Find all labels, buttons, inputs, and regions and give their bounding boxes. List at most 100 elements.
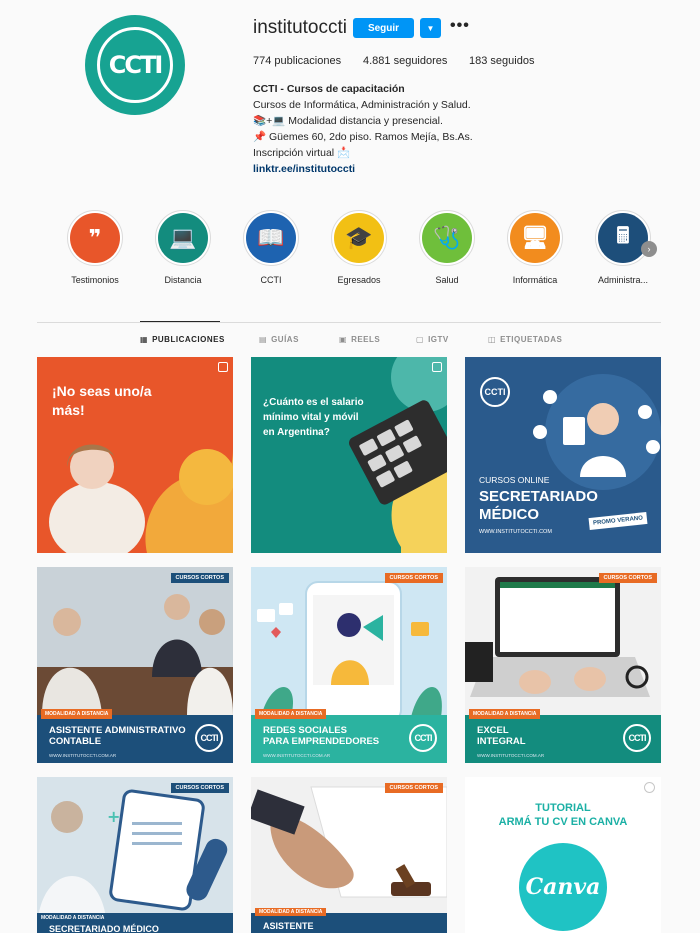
highlight-egresados[interactable]: 🎓 Egresados bbox=[324, 210, 394, 285]
tab-etiquetadas[interactable]: ◫ ETIQUETADAS bbox=[488, 335, 562, 344]
followers-count[interactable]: 4.881 seguidores bbox=[363, 55, 447, 67]
post-3-url: WWW.INSTITUTOCCTI.COM bbox=[479, 529, 552, 535]
post-4[interactable]: CURSOS CORTOS MODALIDAD A DISTANCIA ASIS… bbox=[37, 567, 233, 763]
ccti-logo: CCTI bbox=[195, 724, 223, 752]
post-4-footer: MODALIDAD A DISTANCIA ASISTENTE ADMINIST… bbox=[37, 709, 233, 763]
post-9-line1: TUTORIAL bbox=[535, 802, 591, 814]
post-5-footer: MODALIDAD A DISTANCIA REDES SOCIALES PAR… bbox=[251, 709, 447, 763]
tab-label: REELS bbox=[351, 335, 381, 344]
tab-reels[interactable]: ▣ REELS bbox=[339, 335, 380, 344]
laptop-icon: 💻 bbox=[158, 213, 208, 263]
post-4-title-2: CONTABLE bbox=[49, 736, 102, 747]
ccti-logo: CCTI bbox=[409, 724, 437, 752]
post-8-badge: CURSOS CORTOS bbox=[384, 783, 443, 793]
post-2[interactable]: ¿Cuánto es el salario mínimo vital y móv… bbox=[251, 357, 447, 553]
post-3-line2: SECRETARIADO bbox=[479, 488, 598, 505]
post-3-logo: CCTI bbox=[480, 377, 510, 407]
more-options-button[interactable]: ••• bbox=[450, 17, 470, 35]
post-2-illustration bbox=[349, 357, 447, 553]
post-5-title-1: REDES SOCIALES bbox=[263, 725, 347, 736]
post-3[interactable]: CCTI CURSOS ONLINE SECRETARIADO MÉDICO P… bbox=[465, 357, 661, 553]
monitor-icon: 🖥 bbox=[510, 213, 560, 263]
post-8[interactable]: CURSOS CORTOS MODALIDAD A DISTANCIA ASIS… bbox=[251, 777, 447, 933]
highlight-label: CCTI bbox=[260, 275, 282, 285]
profile-full-name: CCTI - Cursos de capacitación bbox=[253, 83, 405, 95]
calculator-icon: 🖩 bbox=[598, 213, 648, 263]
post-6[interactable]: CURSOS CORTOS MODALIDAD A DISTANCIA EXCE… bbox=[465, 567, 661, 763]
post-7-footer: MODALIDAD A DISTANCIA SECRETARIADO MÉDIC… bbox=[37, 913, 233, 933]
quote-icon: ❞ bbox=[70, 213, 120, 263]
highlight-salud[interactable]: 🩺 Salud bbox=[412, 210, 482, 285]
tab-guias[interactable]: ▤ GUÍAS bbox=[259, 335, 299, 344]
post-7[interactable]: + CURSOS CORTOS MODALIDAD A DISTANCIA SE… bbox=[37, 777, 233, 933]
stethoscope-icon: 🩺 bbox=[422, 213, 472, 263]
multi-image-icon bbox=[218, 362, 228, 372]
multi-image-icon bbox=[432, 362, 442, 372]
posts-count: 774 publicaciones bbox=[253, 55, 342, 67]
follow-button[interactable]: Seguir bbox=[353, 18, 414, 38]
tab-label: PUBLICACIONES bbox=[152, 335, 225, 344]
tab-label: ETIQUETADAS bbox=[500, 335, 563, 344]
tab-igtv[interactable]: ▢ IGTV bbox=[416, 335, 449, 344]
avatar-logo-text: CCTI bbox=[97, 27, 173, 103]
highlight-label: Administra... bbox=[597, 275, 648, 285]
highlight-testimonios[interactable]: ❞ Testimonios bbox=[60, 210, 130, 285]
post-3-line1: CURSOS ONLINE bbox=[479, 475, 550, 485]
post-1-caption: ¡No seas uno/a más! bbox=[52, 383, 152, 418]
chevron-right-icon: › bbox=[647, 244, 651, 254]
reels-icon: ▣ bbox=[339, 335, 348, 344]
post-9[interactable]: TUTORIAL ARMÁ TU CV EN CANVA Canva bbox=[465, 777, 661, 933]
post-3-line3: MÉDICO bbox=[479, 506, 539, 523]
post-6-title-1: EXCEL bbox=[477, 725, 509, 736]
post-6-title-2: INTEGRAL bbox=[477, 736, 526, 747]
post-8-title: ASISTENTE bbox=[263, 921, 314, 931]
profile-avatar[interactable]: CCTI bbox=[85, 15, 185, 115]
post-6-badge: CURSOS CORTOS bbox=[598, 573, 657, 583]
post-5-title-2: PARA EMPRENDEDORES bbox=[263, 736, 380, 747]
highlight-label: Salud bbox=[435, 275, 459, 285]
profile-bio: CCTI - Cursos de capacitación Cursos de … bbox=[253, 81, 473, 177]
post-9-line2: ARMÁ TU CV EN CANVA bbox=[498, 816, 628, 828]
bio-line: Inscripción virtual 📩 bbox=[253, 147, 351, 159]
active-tab-indicator bbox=[140, 321, 220, 322]
post-5-tag: MODALIDAD A DISTANCIA bbox=[255, 709, 327, 719]
post-6-tag: MODALIDAD A DISTANCIA bbox=[469, 709, 541, 719]
post-5-url: WWW.INSTITUTOCCTI.COM.AR bbox=[263, 753, 331, 758]
more-icon: ••• bbox=[450, 17, 470, 34]
highlight-label: Informática bbox=[512, 275, 558, 285]
highlights-next-button[interactable]: › bbox=[641, 241, 657, 257]
post-7-illustration: + bbox=[37, 789, 228, 933]
post-2-caption: ¿Cuánto es el salario mínimo vital y móv… bbox=[263, 397, 364, 438]
graduation-cap-icon: 🎓 bbox=[334, 213, 384, 263]
book-icon: 📖 bbox=[246, 213, 296, 263]
post-7-tag: MODALIDAD A DISTANCIA bbox=[41, 915, 105, 921]
tabs-divider bbox=[37, 322, 661, 323]
highlight-ccti[interactable]: 📖 CCTI bbox=[236, 210, 306, 285]
post-5-badge: CURSOS CORTOS bbox=[384, 573, 443, 583]
ccti-logo: CCTI bbox=[623, 724, 651, 752]
multi-image-icon bbox=[644, 782, 655, 793]
post-1[interactable]: ¡No seas uno/a más! bbox=[37, 357, 233, 553]
highlight-label: Egresados bbox=[337, 275, 381, 285]
tab-publicaciones[interactable]: ▦ PUBLICACIONES bbox=[140, 335, 225, 344]
post-4-title-1: ASISTENTE ADMINISTRATIVO bbox=[49, 725, 186, 736]
post-4-url: WWW.INSTITUTOCCTI.COM.AR bbox=[49, 753, 117, 758]
post-6-url: WWW.INSTITUTOCCTI.COM.AR bbox=[477, 753, 545, 758]
highlight-label: Testimonios bbox=[71, 275, 119, 285]
post-5[interactable]: CURSOS CORTOS MODALIDAD A DISTANCIA REDE… bbox=[251, 567, 447, 763]
following-count[interactable]: 183 seguidos bbox=[469, 55, 534, 67]
bio-link[interactable]: linktr.ee/institutoccti bbox=[253, 161, 473, 177]
chevron-down-icon: ▼ bbox=[426, 23, 435, 33]
post-4-badge: CURSOS CORTOS bbox=[170, 573, 229, 583]
profile-username: institutoccti bbox=[253, 17, 347, 38]
highlight-label: Distancia bbox=[164, 275, 202, 285]
highlight-informatica[interactable]: 🖥 Informática bbox=[500, 210, 570, 285]
tab-label: GUÍAS bbox=[271, 335, 299, 344]
tab-label: IGTV bbox=[428, 335, 449, 344]
suggestions-dropdown-button[interactable]: ▼ bbox=[420, 18, 441, 38]
bio-line: 📚+💻 Modalidad distancia y presencial. bbox=[253, 115, 443, 127]
post-8-footer: MODALIDAD A DISTANCIA ASISTENTE bbox=[251, 908, 447, 933]
tag-icon: ◫ bbox=[488, 335, 497, 344]
highlight-distancia[interactable]: 💻 Distancia bbox=[148, 210, 218, 285]
guide-icon: ▤ bbox=[259, 335, 268, 344]
